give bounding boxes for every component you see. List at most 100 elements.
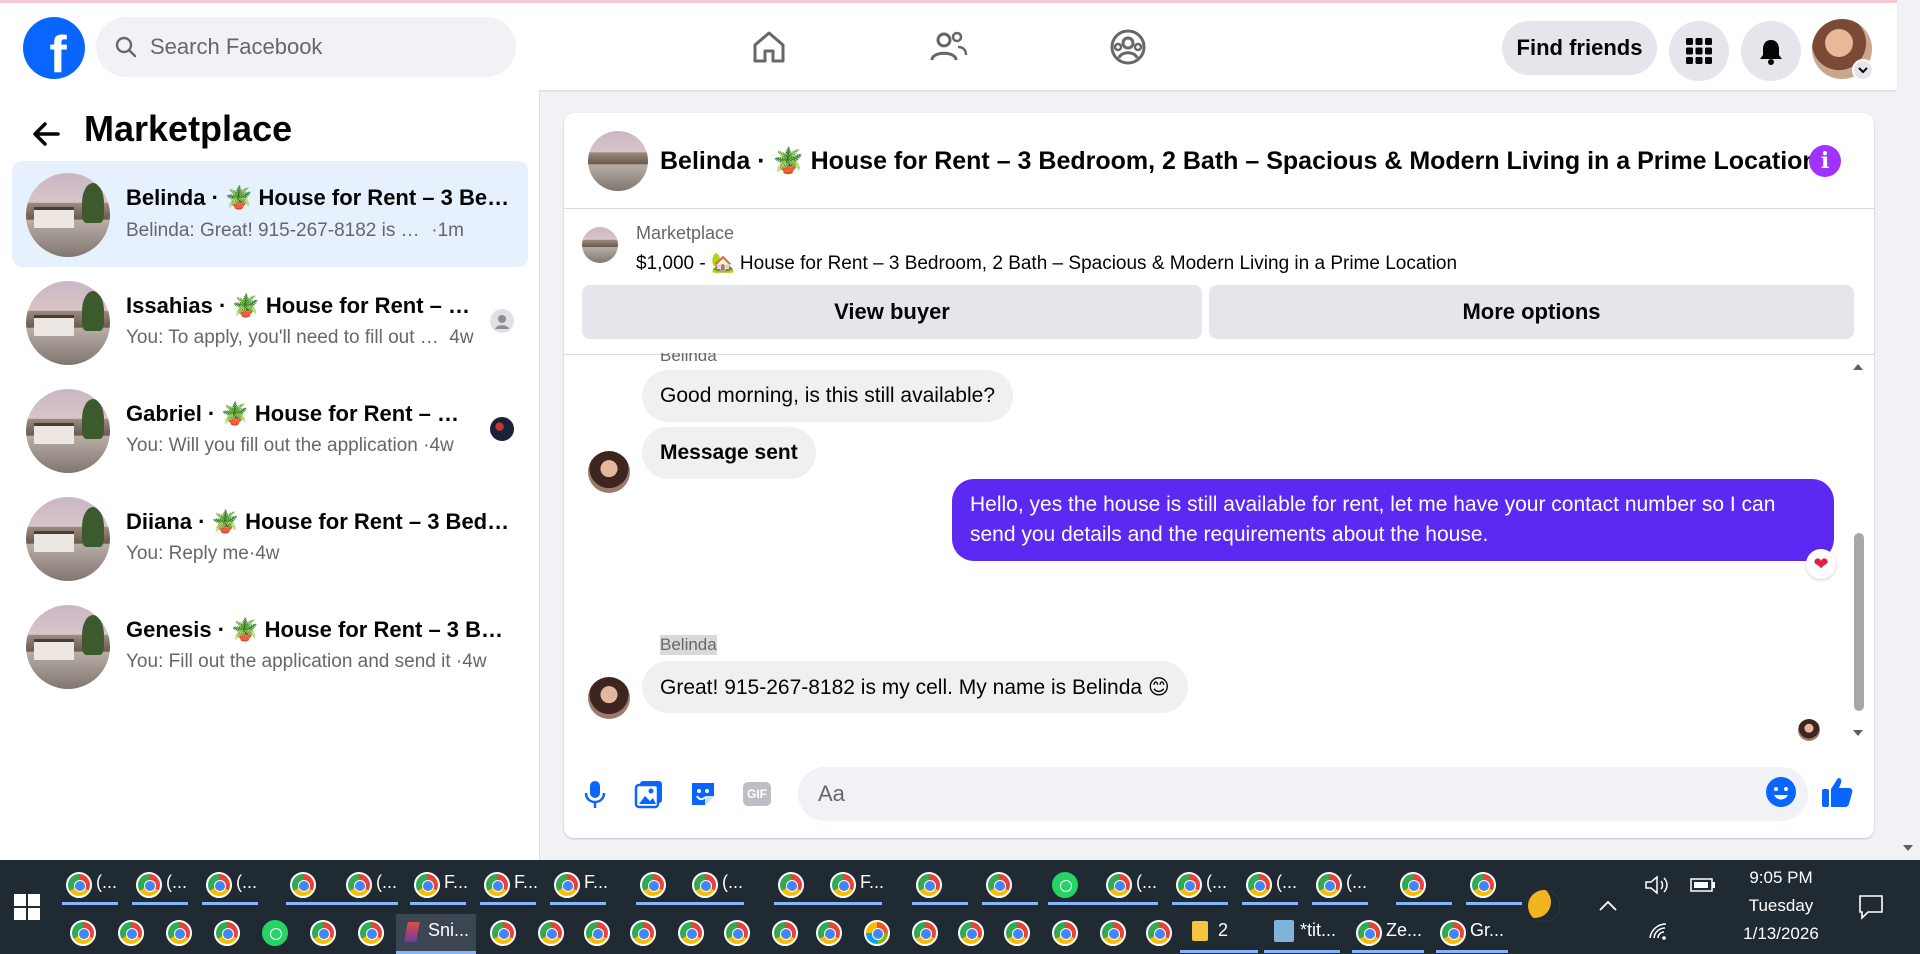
chrome-window-icon[interactable] bbox=[1100, 920, 1126, 946]
chrome-window-icon[interactable] bbox=[772, 920, 798, 946]
chrome-window-icon[interactable] bbox=[166, 920, 192, 946]
chrome-gr-icon[interactable] bbox=[1440, 920, 1466, 946]
chrome-window-icon[interactable] bbox=[206, 872, 232, 898]
chrome-window-icon[interactable] bbox=[630, 920, 656, 946]
friends-icon[interactable] bbox=[926, 25, 970, 69]
chrome-window-icon[interactable] bbox=[1400, 872, 1426, 898]
conversation-item[interactable]: Diiana · 🪴 House for Rent – 3 Bedroom, 2… bbox=[12, 485, 528, 591]
chrome-window-icon[interactable] bbox=[118, 920, 144, 946]
info-icon[interactable]: i bbox=[1809, 145, 1841, 177]
back-arrow-icon[interactable] bbox=[28, 116, 64, 152]
battery-icon[interactable] bbox=[1690, 876, 1716, 894]
windows-start-icon[interactable] bbox=[14, 894, 40, 920]
chevron-down-icon[interactable] bbox=[1852, 59, 1874, 81]
scroll-down-icon[interactable] bbox=[1850, 727, 1866, 739]
whatsapp-icon[interactable] bbox=[1052, 872, 1078, 898]
chrome-window-icon[interactable] bbox=[290, 872, 316, 898]
snipping-tool-icon[interactable]: Sni... bbox=[396, 914, 476, 954]
chrome-window-icon[interactable] bbox=[66, 872, 92, 898]
chrome-window-icon[interactable] bbox=[346, 872, 372, 898]
notepad-icon[interactable] bbox=[1274, 920, 1294, 942]
chrome-window-icon[interactable] bbox=[554, 872, 580, 898]
conversation-item[interactable]: Genesis · 🪴 House for Rent – 3 Bedroom, … bbox=[12, 593, 528, 699]
home-icon[interactable] bbox=[747, 25, 791, 69]
chrome-window-icon[interactable] bbox=[1246, 872, 1272, 898]
chat-title[interactable]: Belinda · 🪴 House for Rent – 3 Bedroom, … bbox=[660, 147, 1818, 176]
search-input[interactable] bbox=[150, 34, 490, 60]
chrome-ze-icon[interactable] bbox=[1356, 920, 1382, 946]
page-scroll-down-icon[interactable] bbox=[1900, 842, 1916, 854]
clock-day[interactable]: Tuesday bbox=[1726, 896, 1836, 916]
more-options-button[interactable]: More options bbox=[1209, 285, 1854, 339]
chrome-window-icon[interactable] bbox=[358, 920, 384, 946]
folder-icon[interactable] bbox=[1192, 921, 1208, 941]
heart-reaction-icon[interactable]: ❤ bbox=[1806, 549, 1836, 579]
photo-gallery-icon[interactable] bbox=[632, 777, 666, 811]
chrome-window-icon[interactable] bbox=[830, 872, 856, 898]
chrome-window-icon[interactable] bbox=[816, 920, 842, 946]
volume-icon[interactable] bbox=[1644, 874, 1670, 896]
search-box[interactable] bbox=[96, 17, 516, 77]
thumbs-up-icon[interactable] bbox=[1820, 775, 1854, 809]
chrome-window-icon[interactable] bbox=[692, 872, 718, 898]
message-input[interactable] bbox=[798, 767, 1808, 821]
conversation-item[interactable]: Issahias · 🪴 House for Rent – 3 Bedroom,… bbox=[12, 269, 528, 375]
scroll-up-icon[interactable] bbox=[1850, 361, 1866, 373]
emoji-icon[interactable] bbox=[1764, 775, 1798, 809]
conversation-item[interactable]: Gabriel · 🪴 House for Rent – 3 Bedroom, … bbox=[12, 377, 528, 483]
whatsapp-icon[interactable] bbox=[262, 920, 288, 946]
listing-thumbnail[interactable] bbox=[588, 131, 648, 191]
clock-date[interactable]: 1/13/2026 bbox=[1726, 924, 1836, 944]
conversation-item[interactable]: Belinda · 🪴 House for Rent – 3 Bedroom, … bbox=[12, 161, 528, 267]
sender-avatar[interactable] bbox=[588, 451, 630, 493]
microphone-icon[interactable] bbox=[578, 777, 612, 811]
chrome-window-icon[interactable] bbox=[70, 920, 96, 946]
notifications-bell-icon[interactable] bbox=[1741, 21, 1801, 81]
facebook-logo-icon[interactable]: f bbox=[23, 17, 85, 79]
chrome-window-icon[interactable] bbox=[916, 872, 942, 898]
chrome-window-icon[interactable] bbox=[1470, 872, 1496, 898]
wifi-icon[interactable] bbox=[1648, 922, 1670, 940]
chrome-window-icon[interactable] bbox=[1106, 872, 1132, 898]
groups-icon[interactable] bbox=[1106, 25, 1150, 69]
chrome-window-icon[interactable] bbox=[1176, 872, 1202, 898]
chrome-window-icon[interactable] bbox=[484, 872, 510, 898]
chrome-window-icon[interactable] bbox=[414, 872, 440, 898]
chrome-window-icon[interactable] bbox=[1146, 920, 1172, 946]
chrome-window-icon[interactable] bbox=[310, 920, 336, 946]
scrollbar-thumb[interactable] bbox=[1854, 533, 1864, 711]
listing-price-title[interactable]: $1,000 - 🏡 House for Rent – 3 Bedroom, 2… bbox=[636, 251, 1457, 275]
chrome-window-icon[interactable] bbox=[778, 872, 804, 898]
chrome-window-icon[interactable] bbox=[538, 920, 564, 946]
incoming-message[interactable]: Great! 915-267-8182 is my cell. My name … bbox=[642, 661, 1188, 713]
chevron-up-icon[interactable] bbox=[1598, 898, 1618, 912]
night-light-icon[interactable] bbox=[1528, 890, 1560, 922]
chrome-window-icon[interactable] bbox=[490, 920, 516, 946]
chrome-window-icon[interactable] bbox=[986, 872, 1012, 898]
chrome-window-icon[interactable] bbox=[584, 920, 610, 946]
folder-underline bbox=[1180, 950, 1258, 953]
sender-avatar[interactable] bbox=[588, 677, 630, 719]
gif-icon[interactable]: GIF bbox=[740, 777, 774, 811]
chrome-window-icon[interactable] bbox=[958, 920, 984, 946]
chrome-window-icon[interactable] bbox=[1316, 872, 1342, 898]
incoming-message[interactable]: Message sent bbox=[642, 427, 816, 479]
chrome-window-icon[interactable] bbox=[724, 920, 750, 946]
chrome-window-icon[interactable] bbox=[1052, 920, 1078, 946]
outgoing-message[interactable]: Hello, yes the house is still available … bbox=[952, 479, 1834, 561]
notifications-chat-icon[interactable] bbox=[1858, 894, 1884, 920]
taskbar-window-label: (... bbox=[1136, 872, 1157, 892]
view-buyer-button[interactable]: View buyer bbox=[582, 285, 1202, 339]
chrome-window-icon[interactable] bbox=[136, 872, 162, 898]
chrome-window-icon[interactable] bbox=[912, 920, 938, 946]
chrome-window-icon[interactable] bbox=[678, 920, 704, 946]
menu-grid-icon[interactable] bbox=[1669, 21, 1729, 81]
copilot-icon[interactable] bbox=[864, 920, 890, 946]
chrome-window-icon[interactable] bbox=[214, 920, 240, 946]
chrome-window-icon[interactable] bbox=[640, 872, 666, 898]
find-friends-button[interactable]: Find friends bbox=[1502, 21, 1657, 75]
chrome-window-icon[interactable] bbox=[1004, 920, 1030, 946]
sticker-icon[interactable] bbox=[686, 777, 720, 811]
incoming-message[interactable]: Good morning, is this still available? bbox=[642, 370, 1013, 422]
clock-time[interactable]: 9:05 PM bbox=[1726, 868, 1836, 888]
